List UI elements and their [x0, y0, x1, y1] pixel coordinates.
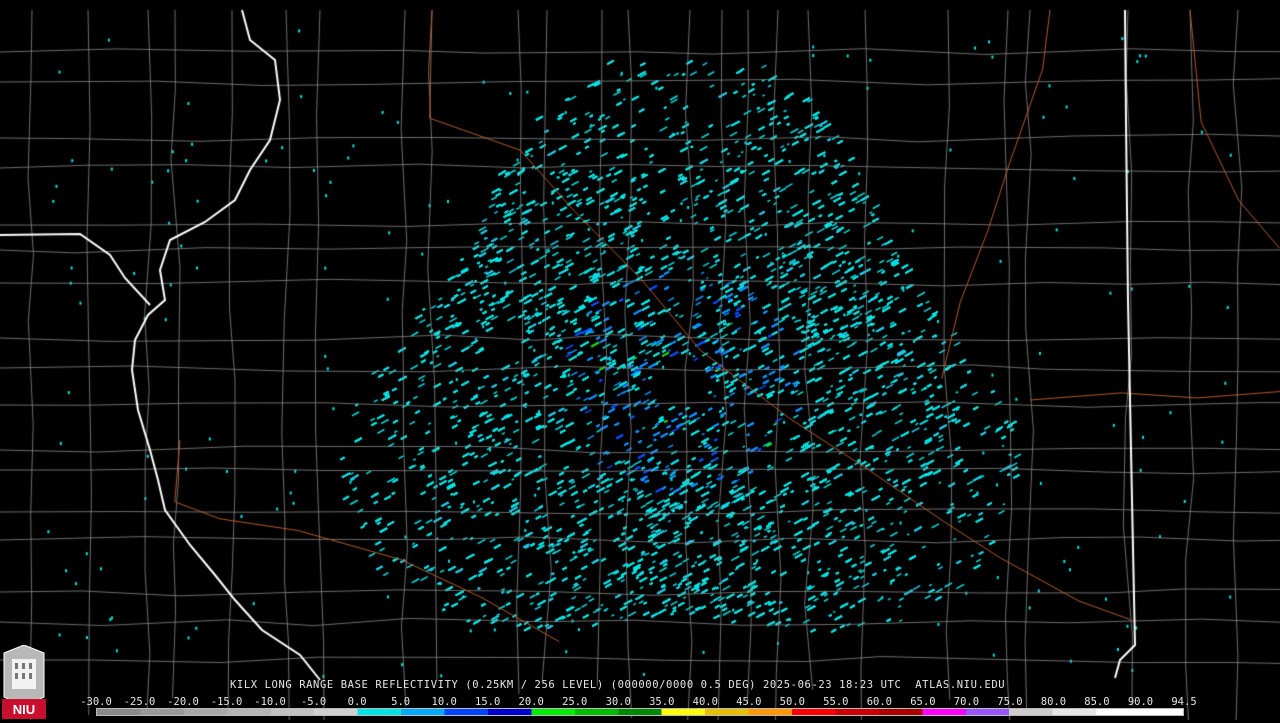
product-caption: KILX LONG RANGE BASE REFLECTIVITY (0.25K… [230, 679, 1006, 691]
scale-label: 50.0 [779, 696, 805, 708]
scale-label: -15.0 [210, 696, 243, 708]
scale-label: -25.0 [123, 696, 156, 708]
niu-logo: NIU [2, 644, 46, 719]
scale-label: -10.0 [254, 696, 286, 708]
niu-seal-icon: NIU [2, 644, 46, 719]
scale-label: 60.0 [866, 696, 893, 708]
scale-label: -30.0 [80, 696, 112, 708]
niu-logo-text: NIU [13, 702, 35, 717]
scale-label: 75.0 [997, 696, 1023, 708]
scale-label: 94.5 [1171, 696, 1197, 708]
scale-label: 15.0 [475, 696, 501, 708]
scale-label: 25.0 [562, 696, 588, 708]
scale-label: 70.0 [953, 696, 980, 708]
scale-label: 5.0 [391, 696, 411, 708]
scale-label: 30.0 [605, 696, 631, 708]
scale-label: 10.0 [431, 696, 457, 708]
reflectivity-colorbar [96, 708, 1184, 716]
scale-labels: -30.0 -25.0 -20.0 -15.0 -10.0 -5.0 0.0 5.0 10.0 1… [80, 696, 1197, 708]
scale-label: 20.0 [518, 696, 544, 708]
scale-label: 0.0 [347, 696, 367, 708]
scale-label: 85.0 [1084, 696, 1110, 708]
scale-label: 40.0 [692, 696, 718, 708]
scale-label: 80.0 [1040, 696, 1067, 708]
scale-label: 90.0 [1127, 696, 1154, 708]
scale-label: 45.0 [736, 696, 762, 708]
scale-label: -5.0 [300, 696, 327, 708]
scale-label: 35.0 [649, 696, 675, 708]
scale-label: 55.0 [823, 696, 849, 708]
scale-label: -20.0 [167, 696, 199, 708]
radar-map [0, 0, 1280, 720]
scale-label: 65.0 [910, 696, 936, 708]
